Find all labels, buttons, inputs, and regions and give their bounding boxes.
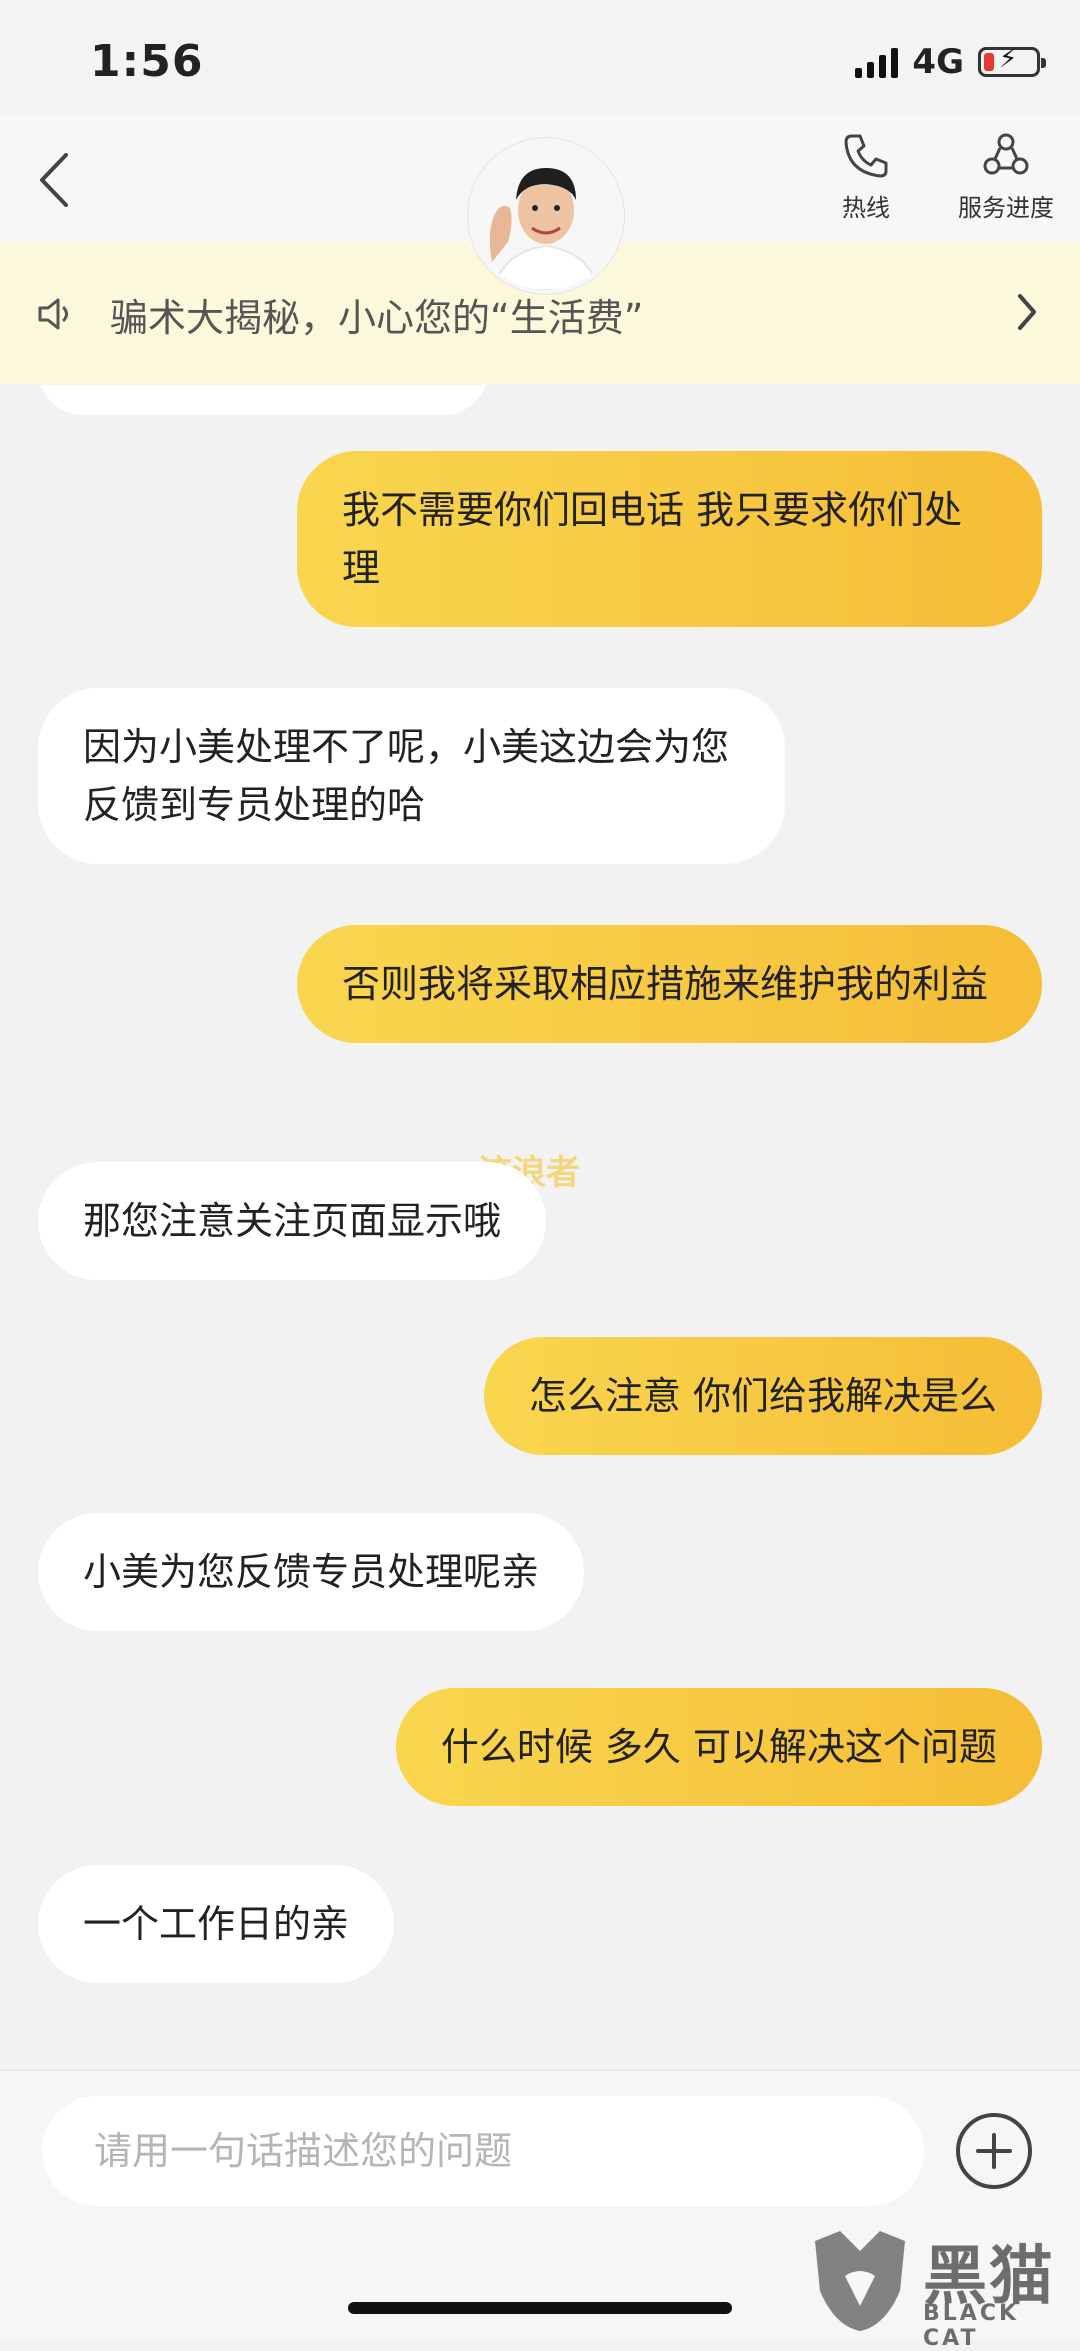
status-time: 1:56 — [90, 36, 204, 87]
hotline-button[interactable]: 热线 — [840, 130, 892, 223]
chat-messages[interactable]: 我不需要你们回电话 我只要求你们处理 因为小美处理不了呢，小美这边会为您反馈到专… — [0, 385, 1080, 2070]
notice-text: 骗术大揭秘，小心您的“生活费” — [110, 296, 644, 340]
message-bubble-partial — [38, 385, 488, 415]
corner-logo-subtext: BLACK CAT — [923, 2301, 1020, 2351]
message-text: 小美为您反馈专员处理呢亲 — [83, 1550, 540, 1594]
add-attachment-button[interactable] — [954, 2111, 1034, 2191]
message-text: 那您注意关注页面显示哦 — [83, 1199, 502, 1243]
message-bubble-user: 我不需要你们回电话 我只要求你们处理 — [297, 451, 1042, 627]
message-text: 一个工作日的亲 — [83, 1902, 350, 1946]
home-indicator — [348, 2302, 732, 2314]
signal-icon — [855, 46, 899, 78]
message-text: 因为小美处理不了呢，小美这边会为您反馈到专员处理的哈 — [83, 725, 730, 827]
avatar[interactable] — [468, 138, 624, 294]
message-input[interactable]: 请用一句话描述您的问题 — [42, 2096, 924, 2206]
message-bubble-user: 否则我将采取相应措施来维护我的利益 — [297, 925, 1042, 1043]
back-button[interactable] — [28, 145, 88, 215]
message-bubble-agent: 一个工作日的亲 — [38, 1865, 395, 1983]
message-bubble-agent: 那您注意关注页面显示哦 — [38, 1162, 547, 1280]
agent-avatar-icon — [472, 142, 620, 290]
input-bar: 请用一句话描述您的问题 黑猫 BLACK CAT — [0, 2070, 1080, 2351]
network-type: 4G — [912, 42, 964, 82]
service-progress-button[interactable]: 服务进度 — [958, 130, 1054, 223]
corner-watermark-logo: 黑猫 BLACK CAT — [805, 2221, 1075, 2351]
chevron-right-icon — [1018, 294, 1036, 330]
battery-icon: ⚡ — [978, 44, 1046, 77]
status-bar: 1:56 4G ⚡ — [0, 0, 1080, 115]
plus-icon — [956, 2113, 1032, 2189]
message-bubble-user: 什么时候 多久 可以解决这个问题 — [395, 1688, 1042, 1806]
chevron-left-icon — [40, 153, 68, 207]
message-text: 否则我将采取相应措施来维护我的利益 — [342, 962, 989, 1006]
message-bubble-agent: 因为小美处理不了呢，小美这边会为您反馈到专员处理的哈 — [38, 688, 785, 864]
message-text: 我不需要你们回电话 我只要求你们处理 — [342, 488, 963, 590]
progress-icon — [983, 133, 1029, 175]
message-text: 什么时候 多久 可以解决这个问题 — [440, 1725, 997, 1769]
message-bubble-user: 怎么注意 你们给我解决是么 — [483, 1337, 1042, 1455]
speaker-icon — [38, 298, 68, 330]
message-text: 怎么注意 你们给我解决是么 — [528, 1374, 997, 1418]
message-bubble-agent: 小美为您反馈专员处理呢亲 — [38, 1513, 585, 1631]
hotline-label: 热线 — [842, 194, 890, 222]
cat-logo-icon — [815, 2231, 905, 2331]
phone-icon — [844, 134, 888, 178]
status-indicators: 4G ⚡ — [855, 42, 1046, 82]
service-progress-label: 服务进度 — [958, 194, 1054, 222]
